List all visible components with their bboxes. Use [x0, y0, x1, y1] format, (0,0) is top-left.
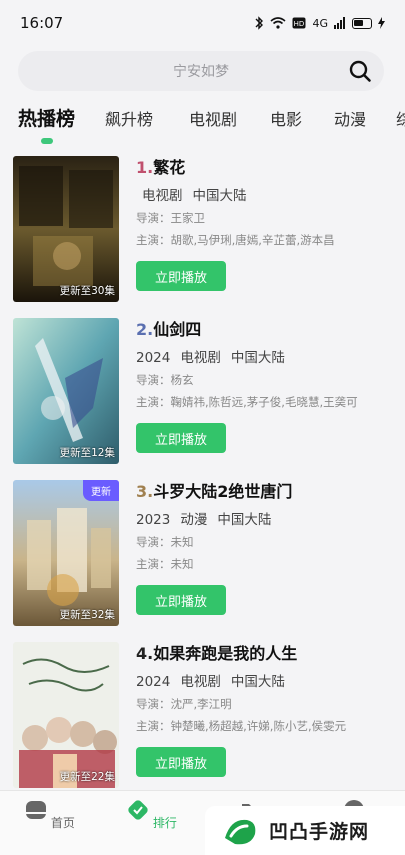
title-text: 如果奔跑是我的人生: [153, 644, 298, 663]
play-button[interactable]: 立即播放: [136, 747, 226, 777]
title-text: 繁花: [153, 158, 186, 177]
item-cast: 主演：鞠婧祎,陈哲远,茅子俊,毛晓慧,王䶮可: [136, 395, 358, 409]
nav-home[interactable]: 首页: [20, 799, 80, 831]
item-title[interactable]: 4.如果奔跑是我的人生: [136, 642, 405, 666]
item-director: 导演：未知: [136, 535, 194, 549]
category-tabs: 热播榜 飙升榜 电视剧 电影 动漫 综: [0, 100, 405, 146]
nav-home-label: 首页: [50, 816, 75, 830]
item-region: 中国大陆: [192, 188, 247, 204]
item-meta: 2024 电视剧 中国大陆: [136, 670, 405, 690]
item-region: 中国大陆: [230, 350, 285, 366]
site-watermark: 凹凸手游网: [205, 806, 405, 855]
item-type: 电视剧: [180, 350, 221, 366]
watermark-text: 凹凸手游网: [269, 821, 370, 843]
play-button[interactable]: 立即播放: [136, 585, 226, 615]
item-info: 3.斗罗大陆2绝世唐门 2023 动漫 中国大陆 导演：未知 主演：未知: [136, 480, 405, 572]
item-info: 4.如果奔跑是我的人生 2024 电视剧 中国大陆 导演：沈严,李江明 主演：钟楚曦…: [136, 642, 405, 734]
network-label: 4G: [312, 16, 328, 30]
item-title[interactable]: 3.斗罗大陆2绝世唐门: [136, 480, 405, 504]
item-year: 2024: [136, 674, 171, 690]
nav-ranking[interactable]: 排行: [122, 799, 182, 831]
item-year: 2023: [136, 512, 171, 528]
tab-anime[interactable]: 动漫: [334, 106, 366, 130]
play-button[interactable]: 立即播放: [136, 261, 226, 291]
item-region: 中国大陆: [217, 512, 272, 528]
item-title[interactable]: 1.繁花: [136, 156, 405, 180]
rank-number: 1.: [136, 158, 154, 177]
tab-tv[interactable]: 电视剧: [189, 106, 237, 130]
search-placeholder[interactable]: 宁安如梦: [173, 61, 229, 81]
list-item[interactable]: 更新至12集 2.仙剑四 2024 电视剧 中国大陆 导演：杨玄 主演：鞠婧祎,陈哲…: [13, 318, 405, 464]
home-icon: [26, 801, 47, 819]
item-meta: 电视剧 中国大陆: [136, 184, 405, 204]
signal-icon: [334, 17, 345, 29]
title-text: 仙剑四: [153, 320, 202, 339]
nav-ranking-label: 排行: [152, 816, 177, 830]
hd-icon: HD: [292, 17, 306, 29]
ranking-icon: [128, 800, 148, 820]
tab-rising[interactable]: 飙升榜: [105, 106, 153, 130]
play-button[interactable]: 立即播放: [136, 423, 226, 453]
episode-label: 更新至32集: [59, 609, 115, 621]
item-type: 电视剧: [180, 674, 221, 690]
item-cast: 主演：未知: [136, 557, 194, 571]
rank-number: 3.: [136, 482, 154, 501]
active-tab-indicator: [41, 138, 53, 144]
list-item[interactable]: 更新至30集 1.繁花 电视剧 中国大陆 导演：王家卫 主演：胡歌,马伊琍,唐嫣,…: [13, 156, 405, 302]
tab-movie[interactable]: 电影: [270, 106, 302, 130]
item-region: 中国大陆: [230, 674, 285, 690]
episode-label: 更新至22集: [59, 771, 115, 783]
item-meta: 2024 电视剧 中国大陆: [136, 346, 405, 366]
item-meta: 2023 动漫 中国大陆: [136, 508, 405, 528]
svg-text:HD: HD: [294, 20, 305, 28]
title-text: 斗罗大陆2绝世唐门: [153, 482, 293, 501]
tab-variety[interactable]: 综: [396, 106, 405, 130]
episode-label: 更新至12集: [59, 447, 115, 459]
bluetooth-icon: [255, 16, 264, 30]
item-director: 导演：杨玄: [136, 373, 194, 387]
item-year: 2024: [136, 350, 171, 366]
rank-number: 4.: [136, 644, 154, 663]
list-item[interactable]: 更新至22集 4.如果奔跑是我的人生 2024 电视剧 中国大陆 导演：沈严,李江明…: [13, 642, 405, 788]
status-icons: HD 4G: [254, 16, 385, 30]
status-time: 16:07: [20, 14, 64, 32]
watermark-logo-icon: [225, 819, 256, 844]
search-icon[interactable]: [348, 59, 372, 83]
item-cast: 主演：钟楚曦,杨超越,许娣,陈小艺,侯雯元: [136, 719, 347, 733]
item-director: 导演：王家卫: [136, 211, 205, 225]
item-director: 导演：沈严,李江明: [136, 697, 232, 711]
rank-number: 2.: [136, 320, 154, 339]
episode-label: 更新至30集: [59, 285, 115, 297]
list-item[interactable]: 更新 更新至32集 3.斗罗大陆2绝世唐门 2023 动漫 中国大陆 导演：未知 主…: [13, 480, 405, 626]
poster-image[interactable]: 更新 更新至32集: [13, 480, 119, 626]
update-badge: 更新: [83, 480, 119, 501]
poster-image[interactable]: 更新至30集: [13, 156, 119, 302]
status-bar: 16:07 HD 4G: [0, 0, 405, 46]
tab-hot[interactable]: 热播榜: [18, 104, 75, 131]
item-info: 1.繁花 电视剧 中国大陆 导演：王家卫 主演：胡歌,马伊琍,唐嫣,辛芷蕾,游本昌: [136, 156, 405, 248]
item-type: 动漫: [180, 512, 208, 528]
item-type: 电视剧: [142, 188, 183, 204]
wifi-icon: [270, 17, 286, 29]
item-cast: 主演：胡歌,马伊琍,唐嫣,辛芷蕾,游本昌: [136, 233, 335, 247]
poster-image[interactable]: 更新至12集: [13, 318, 119, 464]
charging-icon: [378, 17, 385, 29]
item-info: 2.仙剑四 2024 电视剧 中国大陆 导演：杨玄 主演：鞠婧祎,陈哲远,茅子俊,毛…: [136, 318, 405, 410]
battery-icon: [352, 17, 372, 29]
search-bar[interactable]: 宁安如梦: [18, 51, 384, 91]
item-title[interactable]: 2.仙剑四: [136, 318, 405, 342]
poster-image[interactable]: 更新至22集: [13, 642, 119, 788]
